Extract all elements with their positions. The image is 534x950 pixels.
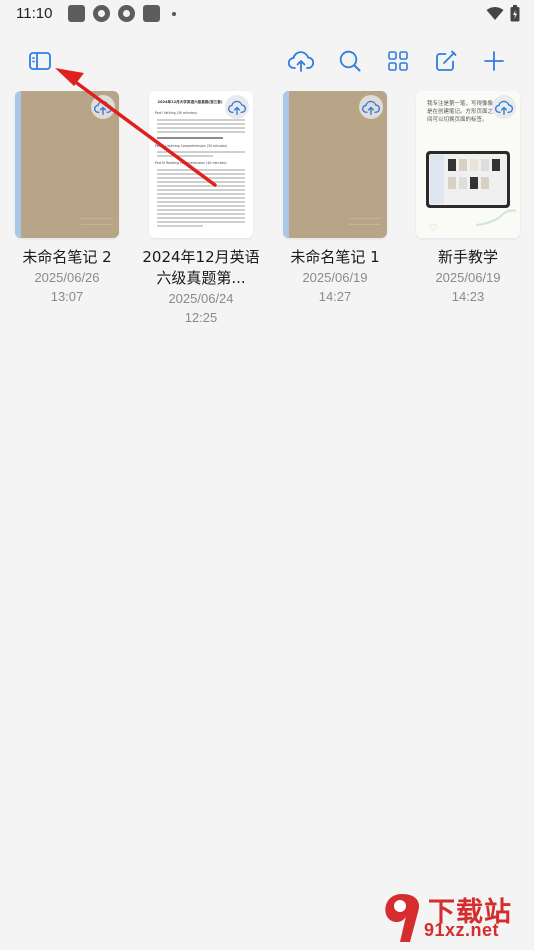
- note-title: 未命名笔记 2: [22, 248, 112, 266]
- note-date: 2025/06/19: [435, 270, 501, 285]
- system-status-icons: [486, 5, 520, 22]
- wave-doodle: [476, 209, 516, 226]
- heart-doodle-icon: ♡: [429, 223, 438, 234]
- tutorial-preview-text: 我专注是第一笔，写得像像是在创建笔记。方形页面之间可以切换页面的标签。: [427, 101, 494, 123]
- add-note-button[interactable]: [479, 46, 509, 76]
- cloud-upload-badge: [492, 95, 516, 119]
- cloud-upload-icon: [288, 51, 314, 72]
- note-cover: [283, 91, 387, 238]
- wifi-icon: [486, 7, 504, 20]
- note-title: 新手教学: [437, 248, 498, 266]
- grid-icon: [388, 51, 408, 71]
- note-date: 2025/06/19: [302, 270, 368, 285]
- cloud-upload-badge: [91, 95, 115, 119]
- cloud-upload-icon: [228, 100, 246, 115]
- watermark-mark-icon: [385, 894, 420, 942]
- notification-icons: [68, 5, 176, 22]
- grid-view-button[interactable]: [383, 46, 413, 76]
- cloud-sync-button[interactable]: [286, 46, 316, 76]
- note-cover: [15, 91, 119, 238]
- note-date: 2025/06/24: [168, 291, 234, 306]
- notebook-spine: [15, 91, 21, 238]
- search-button[interactable]: [335, 46, 365, 76]
- note-cover: 我专注是第一笔，写得像像是在创建笔记。方形页面之间可以切换页面的标签。 ♡: [416, 91, 520, 238]
- more-notifications-dot-icon: [172, 11, 176, 16]
- note-time: 12:25: [184, 310, 218, 325]
- plus-icon: [484, 51, 504, 71]
- note-cover: 2024年12月大学英语六级真题(第三套) Part I Writing (30…: [149, 91, 253, 238]
- watermark-logo: 下载站 91xz.net: [380, 890, 530, 948]
- sidebar-icon: [29, 52, 51, 70]
- status-time: 11:10: [16, 5, 53, 22]
- tutorial-screenshot: [426, 151, 510, 208]
- note-title: 2024年12月英语六级真题第...: [142, 248, 260, 287]
- sync-notification-icon: [93, 5, 110, 22]
- note-card[interactable]: 未命名笔记 1 2025/06/19 14:27: [283, 91, 387, 306]
- sidebar-toggle-button[interactable]: [25, 46, 55, 76]
- edit-button[interactable]: [431, 46, 461, 76]
- note-time: 13:07: [50, 289, 84, 304]
- notebook-spine: [283, 91, 289, 238]
- cloud-upload-icon: [362, 100, 380, 115]
- status-bar: 11:10: [0, 0, 534, 28]
- doc-part-listening: Part II Listening Comprehension (30 minu…: [155, 144, 228, 148]
- note-card[interactable]: 我专注是第一笔，写得像像是在创建笔记。方形页面之间可以切换页面的标签。 ♡ 新手…: [416, 91, 520, 306]
- edit-icon: [436, 50, 457, 71]
- app-notification-icon: [68, 5, 85, 22]
- note-time: 14:23: [451, 289, 485, 304]
- app-notification-icon: [143, 5, 160, 22]
- note-title: 未命名笔记 1: [290, 248, 380, 266]
- cloud-upload-icon: [495, 100, 513, 115]
- cloud-upload-icon: [94, 100, 112, 115]
- doc-heading: 2024年12月大学英语六级真题(第三套): [157, 100, 223, 104]
- note-card[interactable]: 未命名笔记 2 2025/06/26 13:07: [15, 91, 119, 306]
- battery-icon: [510, 5, 520, 22]
- note-card[interactable]: 2024年12月大学英语六级真题(第三套) Part I Writing (30…: [142, 91, 260, 327]
- note-time: 14:27: [318, 289, 352, 304]
- sync-notification-icon: [118, 5, 135, 22]
- search-icon: [339, 50, 361, 72]
- watermark-url: 91xz.net: [424, 920, 500, 940]
- note-date: 2025/06/26: [34, 270, 100, 285]
- cloud-upload-badge: [225, 95, 249, 119]
- doc-part-reading: Part III Reading Comprehension (40 minut…: [155, 161, 227, 165]
- cloud-upload-badge: [359, 95, 383, 119]
